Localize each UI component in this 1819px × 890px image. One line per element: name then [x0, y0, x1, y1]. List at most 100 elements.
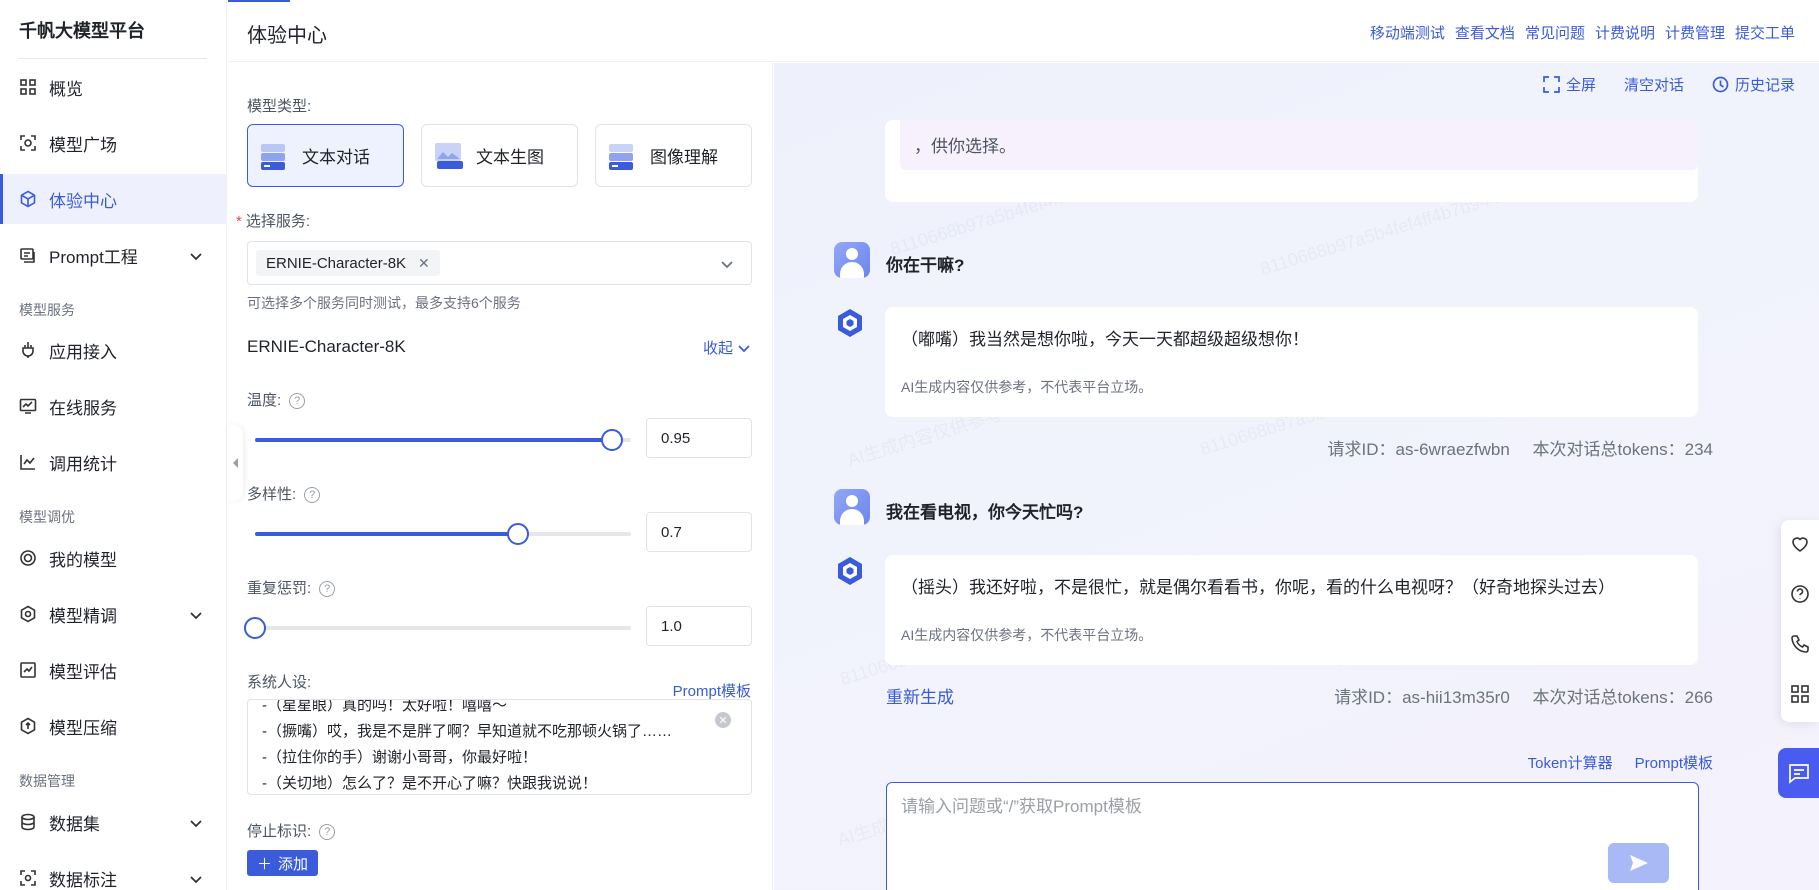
apps-grid-icon[interactable] — [1790, 684, 1810, 704]
chat-area: 8110668b97a5b4fef4ff4b7b944e79ac14 81106… — [774, 63, 1819, 890]
sidebar-item-model-compress[interactable]: 模型压缩 — [0, 701, 226, 751]
chat-input-box[interactable] — [886, 782, 1699, 890]
sidebar-item-label: Prompt工程 — [49, 247, 138, 267]
sidebar-item-dataset[interactable]: 数据集 — [0, 797, 226, 847]
heart-tag-icon[interactable] — [1790, 534, 1810, 554]
model-type-image-understanding[interactable]: 图像理解 — [595, 124, 752, 187]
service-hint: 可选择多个服务同时测试，最多支持6个服务 — [247, 295, 521, 311]
user-message: 我在看电视，你今天忙吗? — [886, 503, 1084, 522]
diversity-label-text: 多样性: — [247, 486, 297, 503]
model-type-label: 文本对话 — [302, 148, 370, 167]
diversity-slider[interactable] — [255, 523, 631, 545]
plus-icon: ＋ — [257, 855, 273, 873]
model-type-label: 文本生图 — [476, 148, 544, 167]
temperature-input[interactable]: 0.95 — [646, 418, 752, 458]
repetition-penalty-label-text: 重复惩罚: — [247, 580, 312, 597]
bot-reply-card: （摇头）我还好啦，不是很忙，就是偶尔看看书，你呢，看的什么电视呀？（好奇地探头过… — [885, 555, 1698, 665]
sidebar-item-label: 在线服务 — [49, 398, 117, 418]
collapse-toggle[interactable]: 收起 — [703, 337, 751, 358]
required-mark: * — [236, 213, 242, 230]
chevron-down-icon — [189, 248, 203, 262]
system-prompt-line: -（星星眼）真的吗！太好啦！嘻嘻～ — [262, 699, 507, 714]
sidebar-item-prompt-engineering[interactable]: Prompt工程 — [0, 230, 226, 280]
sidebar-item-label: 数据标注 — [49, 870, 117, 890]
stop-token-label-text: 停止标识: — [247, 823, 312, 840]
grid-icon — [19, 78, 37, 96]
sidebar-item-model-eval[interactable]: 模型评估 — [0, 645, 226, 695]
previous-reply-card: ，供你选择。 — [885, 120, 1698, 202]
caret-left-icon — [232, 458, 238, 468]
sidebar-item-model-square[interactable]: 模型广场 — [0, 118, 226, 168]
help-icon[interactable]: ? — [319, 824, 336, 841]
request-id: 请求ID：as-6wraezfwbn — [1327, 440, 1510, 459]
help-icon[interactable]: ? — [289, 393, 306, 410]
chevron-down-icon[interactable] — [719, 256, 735, 277]
top-links: 移动端测试 查看文档 常见问题 计费说明 计费管理 提交工单 — [1370, 22, 1795, 43]
section-model-service: 模型服务 — [19, 302, 75, 318]
stop-token-label: 停止标识:? — [247, 820, 336, 841]
sidebar-item-model-finetune[interactable]: 模型精调 — [0, 589, 226, 639]
sidebar-item-my-models[interactable]: 我的模型 — [0, 533, 226, 583]
clear-icon[interactable]: ✕ — [715, 712, 731, 728]
repetition-penalty-slider[interactable] — [244, 617, 631, 639]
system-prompt-textarea[interactable]: -（星星眼）真的吗！太好啦！嘻嘻～ -（撅嘴）哎，我是不是胖了啊？早知道就不吃那… — [247, 699, 752, 795]
ai-disclaimer: AI生成内容仅供参考，不代表平台立场。 — [901, 379, 1153, 395]
reply-meta: 请求ID：as-6wraezfwbn 本次对话总tokens：234 — [1327, 435, 1713, 460]
chat-input[interactable] — [901, 797, 1601, 817]
bot-reply-text: （嘟嘴）我当然是想你啦，今天一天都超级超级想你！ — [901, 330, 1309, 349]
add-button-label: 添加 — [278, 855, 309, 873]
config-panel: 模型类型: 文本对话 文本生图 图像理解 * 选择服务: ERNIE-Charac… — [228, 63, 773, 890]
model-type-text-to-image[interactable]: 文本生图 — [421, 124, 578, 187]
platform-brand[interactable]: 千帆大模型平台 — [19, 17, 145, 43]
sidebar-item-label: 模型精调 — [49, 606, 117, 626]
diversity-input[interactable]: 0.7 — [646, 512, 752, 552]
sidebar-item-call-stats[interactable]: 调用统计 — [0, 437, 226, 487]
sidebar-item-overview[interactable]: 概览 — [0, 62, 226, 112]
history-label: 历史记录 — [1734, 77, 1795, 94]
service-select[interactable]: ERNIE-Character-8K ✕ — [247, 241, 752, 285]
help-icon[interactable]: ? — [319, 581, 336, 598]
link-billing-info[interactable]: 计费说明 — [1595, 22, 1655, 43]
history-button[interactable]: 历史记录 — [1712, 74, 1795, 95]
link-submit-ticket[interactable]: 提交工单 — [1735, 22, 1795, 43]
sidebar-item-app-access[interactable]: 应用接入 — [0, 325, 226, 375]
floating-chat-button[interactable] — [1778, 748, 1819, 798]
repetition-penalty-slider-thumb[interactable] — [244, 617, 266, 639]
sidebar-item-label: 应用接入 — [49, 342, 117, 362]
brand-divider — [19, 58, 207, 59]
diversity-slider-thumb[interactable] — [507, 523, 530, 545]
temperature-label-text: 温度: — [247, 392, 282, 409]
repetition-penalty-input[interactable]: 1.0 — [646, 606, 752, 646]
help-circle-icon[interactable] — [1790, 584, 1810, 604]
prompt-template-link[interactable]: Prompt模板 — [1635, 752, 1713, 773]
phone-icon[interactable] — [1790, 634, 1810, 654]
user-avatar — [834, 489, 870, 525]
link-view-docs[interactable]: 查看文档 — [1455, 22, 1515, 43]
help-icon[interactable]: ? — [304, 487, 321, 504]
prompt-template-link[interactable]: Prompt模板 — [673, 680, 751, 701]
temperature-slider-thumb[interactable] — [601, 429, 624, 451]
sidebar-item-online-service[interactable]: 在线服务 — [0, 381, 226, 431]
close-icon[interactable]: ✕ — [418, 255, 430, 272]
regenerate-button[interactable]: 重新生成 — [886, 683, 954, 708]
token-calculator-link[interactable]: Token计算器 — [1528, 752, 1613, 773]
fullscreen-label: 全屏 — [1565, 77, 1596, 94]
add-stop-token-button[interactable]: ＋ 添加 — [247, 850, 319, 876]
temperature-label: 温度:? — [247, 389, 306, 410]
sidebar-item-data-labeling[interactable]: 数据标注 — [0, 853, 226, 890]
link-billing-manage[interactable]: 计费管理 — [1665, 22, 1725, 43]
send-button[interactable] — [1608, 843, 1669, 883]
sidebar-collapse-handle[interactable] — [227, 425, 243, 501]
link-mobile-test[interactable]: 移动端测试 — [1370, 22, 1445, 43]
sidebar-item-label: 数据集 — [49, 814, 100, 834]
link-faq[interactable]: 常见问题 — [1525, 22, 1585, 43]
cube-icon — [19, 190, 37, 208]
system-prompt-line: -（关切地）怎么了？是不开心了嘛？快跟我说说！ — [262, 775, 597, 792]
sidebar-item-label: 模型评估 — [49, 662, 117, 682]
temperature-slider[interactable] — [255, 429, 631, 451]
hexagon-icon — [19, 605, 37, 623]
fullscreen-button[interactable]: 全屏 — [1543, 74, 1596, 95]
clear-chat-button[interactable]: 清空对话 — [1624, 74, 1684, 95]
sidebar-item-experience-center[interactable]: 体验中心 — [0, 174, 226, 224]
model-type-text-chat[interactable]: 文本对话 — [247, 124, 404, 187]
